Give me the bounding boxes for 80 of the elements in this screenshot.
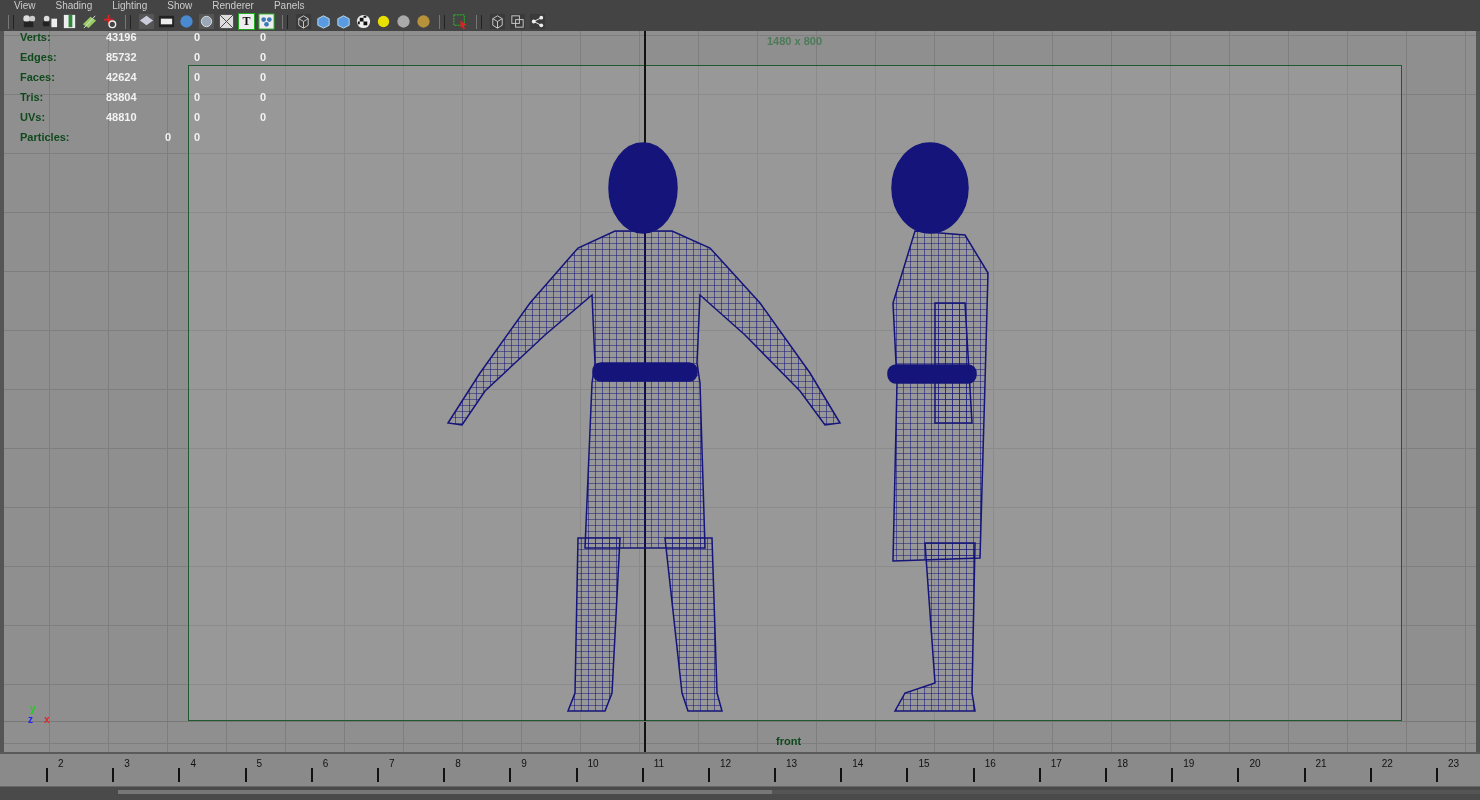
frame-number: 13: [786, 758, 798, 769]
frame-number: 17: [1050, 758, 1062, 769]
squares-icon[interactable]: [509, 13, 526, 30]
frame-number: 23: [1447, 758, 1460, 769]
frame-number: 16: [984, 758, 996, 769]
stat-value: 0: [194, 131, 201, 143]
wire-cube-icon[interactable]: [295, 13, 312, 30]
toolbar-handle[interactable]: [125, 14, 131, 29]
frame-number: 11: [653, 758, 665, 769]
toolbar-handle[interactable]: [439, 14, 445, 29]
frame-number: 10: [587, 758, 599, 769]
frame-number: 21: [1315, 758, 1327, 769]
stat-value: 43196: [106, 31, 137, 43]
stat-value: 0: [260, 91, 267, 103]
menu-item[interactable]: Shading: [55, 0, 93, 12]
resolution-label: 1480 x 800: [767, 35, 823, 47]
stat-label: Faces:: [20, 71, 55, 83]
timeline-ruler[interactable]: 2 3 4 5 6 7 8 9 10 11 12 13 14 15 16 17 18 19 20 21 22 23: [0, 752, 1480, 786]
frame-number: 9: [521, 758, 527, 769]
frame-number: 3: [124, 758, 130, 769]
circle-icon[interactable]: [198, 13, 215, 30]
film-icon[interactable]: [158, 13, 175, 30]
menu-item[interactable]: View: [14, 0, 36, 12]
stat-label: Tris:: [20, 91, 44, 103]
stat-value: 0: [194, 71, 201, 83]
stat-value: 0: [194, 31, 201, 43]
frame-number: 15: [918, 758, 930, 769]
frame-number: 14: [852, 758, 864, 769]
frame-number: 18: [1117, 758, 1129, 769]
stat-value: 0: [194, 111, 201, 123]
wire-cube-icon[interactable]: [489, 13, 506, 30]
text-tool-button[interactable]: T: [238, 13, 255, 30]
select-icon[interactable]: [452, 13, 469, 30]
stat-value: 48810: [106, 111, 137, 123]
frame-number: 19: [1183, 758, 1195, 769]
range-slider-handle[interactable]: [118, 790, 772, 794]
menu-item[interactable]: Panels: [273, 0, 305, 12]
range-slider[interactable]: [118, 790, 1480, 794]
stat-label: UVs:: [20, 111, 46, 123]
stat-value: 0: [260, 71, 267, 83]
frame-number: 7: [388, 758, 395, 769]
menu-item[interactable]: Lighting: [112, 0, 148, 12]
stat-value: 0: [194, 91, 201, 103]
layers-icon[interactable]: [138, 13, 155, 30]
checker-icon[interactable]: [355, 13, 372, 30]
share-icon[interactable]: [529, 13, 546, 30]
camera-label: front: [776, 735, 802, 747]
toolbar-handle[interactable]: [8, 14, 14, 29]
stat-label: Particles:: [20, 131, 70, 143]
dots-icon[interactable]: [258, 13, 275, 30]
frame-number: 8: [455, 758, 461, 769]
crosshair-icon[interactable]: [101, 13, 118, 30]
frame-number: 12: [719, 758, 731, 769]
frame-number: 4: [190, 758, 196, 769]
frame-number: 6: [322, 758, 329, 769]
book-icon[interactable]: [61, 13, 78, 30]
stat-value: 83804: [106, 91, 137, 103]
stat-value: 85732: [106, 51, 137, 63]
sphere-icon[interactable]: [395, 13, 412, 30]
frame-number: 22: [1381, 758, 1393, 769]
toolbar-handle[interactable]: [476, 14, 482, 29]
frame-number: 20: [1249, 758, 1261, 769]
stat-value: 0: [260, 111, 267, 123]
menu-item[interactable]: Renderer: [212, 0, 254, 12]
stat-value: 0: [260, 31, 267, 43]
frame-number: 5: [256, 758, 263, 769]
stat-label: Verts:: [20, 31, 51, 43]
toolbar-handle[interactable]: [282, 14, 288, 29]
crossed-box-icon[interactable]: [218, 13, 235, 30]
stat-value: 0: [260, 51, 267, 63]
viewport[interactable]: Verts: 43196 0 0 Edges: 85732 0 0 Faces: 42624 0 0 Tris: 83804 0 0 UVs: 48810 0 0 Particles: 0 0 1480 x 800 front y z x: [0, 31, 1480, 752]
menu-item[interactable]: Show: [167, 0, 193, 12]
plane-icon[interactable]: [81, 13, 98, 30]
frame-number: 2: [58, 758, 64, 769]
stat-value: 0: [165, 131, 172, 143]
sphere-icon[interactable]: [415, 13, 432, 30]
stat-value: 42624: [106, 71, 137, 83]
stat-label: Edges:: [20, 51, 57, 63]
stat-value: 0: [194, 51, 201, 63]
axis-indicator: y z x: [27, 703, 51, 727]
